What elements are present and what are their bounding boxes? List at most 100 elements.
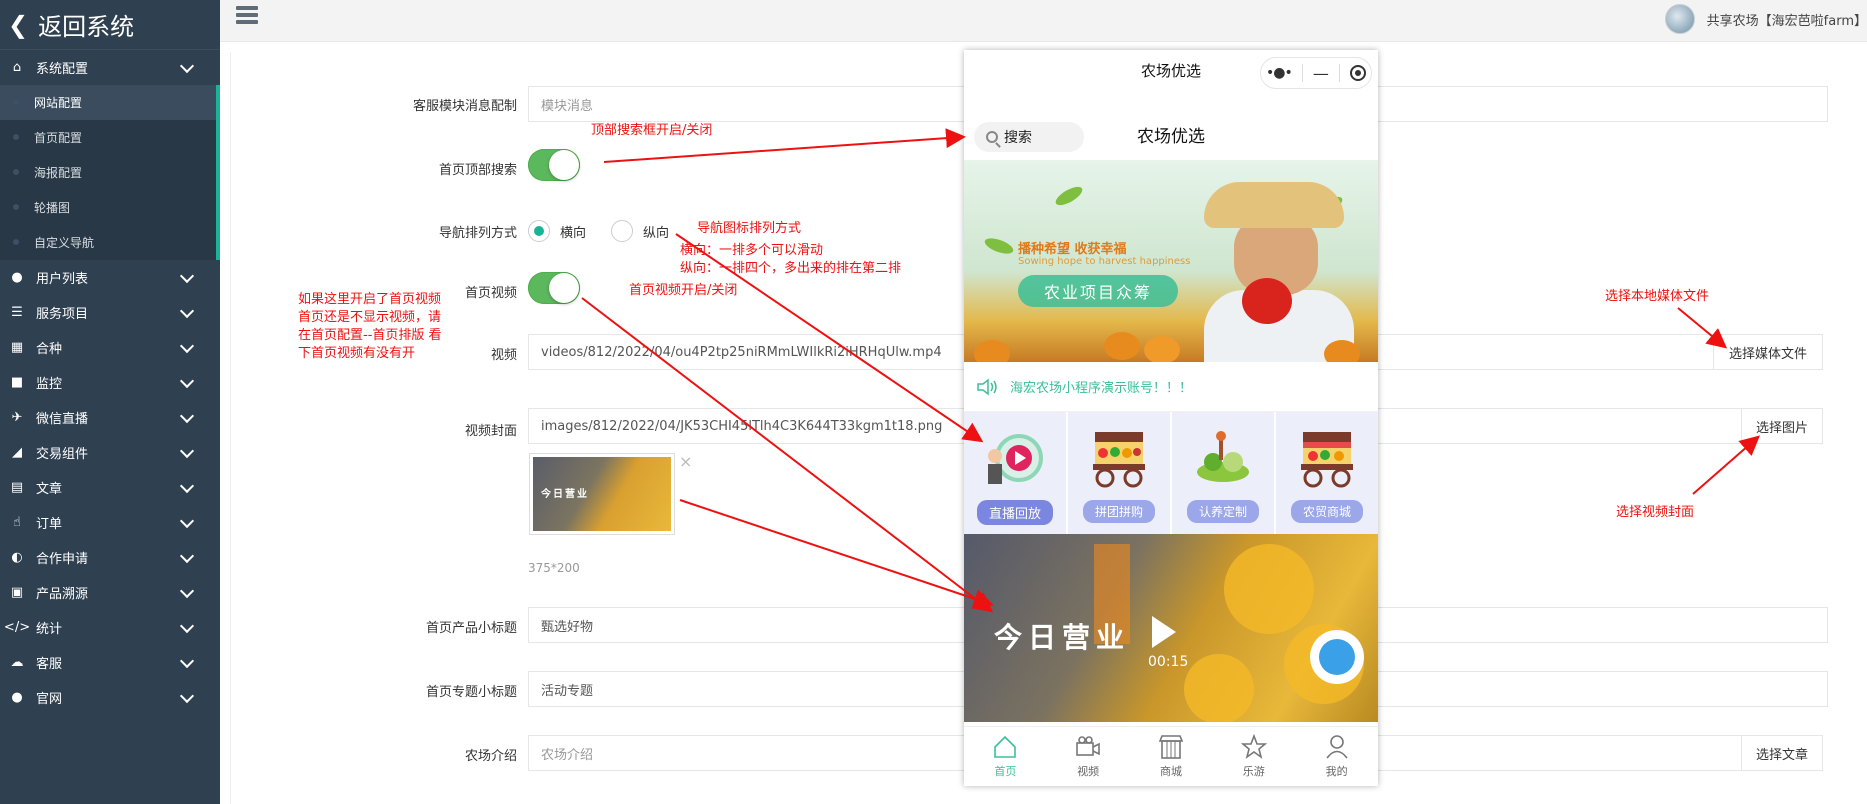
nav-layout-vertical-label: 纵向 <box>643 226 670 241</box>
nav-grid-farm-market[interactable]: 农贸商城 <box>1276 412 1378 534</box>
tab-video[interactable]: 视频 <box>1047 727 1130 786</box>
tab-mall[interactable]: 商城 <box>1130 727 1213 786</box>
note-line: 在首页配置--首页排版 看 <box>298 328 442 343</box>
sidebar-item-label: 交易组件 <box>36 447 89 462</box>
nav-layout-horizontal-label: 横向 <box>560 226 587 241</box>
sidebar-item-label: 订单 <box>36 517 63 532</box>
sidebar-item-orders[interactable]: ☝ 订单 <box>0 505 220 540</box>
sidebar-item-system-config[interactable]: ⌂ 系统配置 <box>0 50 220 85</box>
store-icon <box>1158 735 1184 759</box>
sidebar-item-articles[interactable]: ▤ 文章 <box>0 470 220 505</box>
plane-icon: ✈ <box>11 410 23 425</box>
avatar[interactable] <box>1664 4 1695 34</box>
home-icon <box>994 735 1017 758</box>
user-area[interactable]: 共享农场【海宏芭啦farm】 <box>1664 4 1867 34</box>
switch-knob <box>549 150 579 180</box>
annotation-nav-title: 导航图标排列方式 <box>697 221 802 236</box>
sidebar-item-co-planting[interactable]: ▦ 合种 <box>0 330 220 365</box>
nav-grid-label: 农贸商城 <box>1290 500 1363 523</box>
submenu-carousel[interactable]: 轮播图 <box>0 190 220 225</box>
nav-grid-group-buy[interactable]: 拼团拼购 <box>1068 412 1170 534</box>
close-icon[interactable]: × <box>679 452 692 471</box>
sidebar-item-label: 文章 <box>36 482 63 497</box>
nav-layout-label: 导航排列方式 <box>438 226 517 241</box>
back-label: 返回系统 <box>38 13 135 41</box>
submenu-poster-config[interactable]: 海报配置 <box>0 155 220 190</box>
chevron-down-icon <box>179 443 195 458</box>
sidebar-item-cooperation[interactable]: ◐ 合作申请 <box>0 540 220 575</box>
sidebar-item-label: 监控 <box>36 377 63 392</box>
market-stall-icon <box>1301 432 1353 488</box>
nav-layout-vertical-radio[interactable] <box>611 220 633 242</box>
phone-search-bar[interactable]: 搜索 <box>974 122 1084 152</box>
sidebar-item-label: 产品溯源 <box>36 587 89 602</box>
user-icon: ● <box>11 270 23 285</box>
camera-icon: ■ <box>10 375 24 390</box>
annotation-media-file: 选择本地媒体文件 <box>1605 289 1710 304</box>
video-toggle-switch[interactable] <box>528 272 580 304</box>
sidebar-item-trade-components[interactable]: ◢ 交易组件 <box>0 435 220 470</box>
select-media-button[interactable]: 选择媒体文件 <box>1713 334 1823 370</box>
chevron-down-icon <box>179 408 195 423</box>
nav-grid-label: 拼团拼购 <box>1082 500 1155 523</box>
annotation-video-toggle: 首页视频开启/关闭 <box>629 283 738 298</box>
search-toggle-label: 首页顶部搜索 <box>438 163 517 178</box>
banner-crowdfunding-pill: 农业项目众筹 <box>1018 275 1178 307</box>
submenu-site-config[interactable]: 网站配置 <box>0 85 220 120</box>
sidebar-item-statistics[interactable]: </> 统计 <box>0 610 220 645</box>
chevron-down-icon <box>179 583 195 598</box>
hamburger-menu-icon[interactable] <box>236 6 258 28</box>
submenu-home-config[interactable]: 首页配置 <box>0 120 220 155</box>
farm-intro-label: 农场介绍 <box>464 749 517 764</box>
chevron-down-icon <box>179 688 195 703</box>
tab-label: 我的 <box>1325 765 1348 778</box>
sidebar-item-monitor[interactable]: ■ 监控 <box>0 365 220 400</box>
msg-config-label: 客服模块消息配制 <box>412 99 517 114</box>
chevron-down-icon <box>179 478 195 493</box>
product-subtitle-label: 首页产品小标题 <box>425 621 517 636</box>
submenu-custom-nav[interactable]: 自定义导航 <box>0 225 220 260</box>
phone-home-video[interactable]: 今日营业 00:15 <box>964 534 1378 722</box>
tab-home[interactable]: 首页 <box>964 727 1047 786</box>
note-line: 如果这里开启了首页视频 <box>298 292 442 307</box>
phone-banner[interactable]: 播种希望 收获幸福 Sowing hope to harvest happine… <box>964 160 1378 362</box>
phone-preview: 农场优选 •●• — 农场优选 搜索 播种希望 收获幸福 Sowing hope… <box>964 50 1378 786</box>
minimize-icon[interactable]: — <box>1313 64 1329 83</box>
search-toggle-switch[interactable] <box>528 149 580 181</box>
market-cart-icon <box>1093 432 1145 488</box>
note-line: 首页还是不显示视频，请 <box>298 310 442 325</box>
phone-tab-bar: 首页 视频 商城 乐游 我的 <box>964 726 1378 786</box>
thumb-icon: ☝ <box>13 515 21 530</box>
chat-icon: ☁ <box>10 655 24 670</box>
sidebar-item-customer-service[interactable]: ☁ 客服 <box>0 645 220 680</box>
miniprogram-capsule[interactable]: •●• — <box>1260 57 1372 89</box>
phone-nav-grid: 直播回放 拼团拼购 认养定制 农贸商城 <box>964 412 1378 534</box>
sidebar-item-traceability[interactable]: ▣ 产品溯源 <box>0 575 220 610</box>
tab-label: 首页 <box>994 765 1017 778</box>
play-icon[interactable] <box>1152 616 1176 648</box>
nav-layout-horizontal-radio[interactable] <box>528 220 550 242</box>
sidebar-item-label: 合种 <box>36 342 63 357</box>
select-image-button[interactable]: 选择图片 <box>1741 408 1823 444</box>
close-target-icon[interactable] <box>1349 65 1366 81</box>
tab-travel[interactable]: 乐游 <box>1212 727 1295 786</box>
user-icon <box>1325 735 1348 759</box>
select-article-button[interactable]: 选择文章 <box>1741 735 1823 771</box>
sidebar-item-official-site[interactable]: ● 官网 <box>0 680 220 715</box>
nav-grid-adoption[interactable]: 认养定制 <box>1172 412 1274 534</box>
nav-grid-live-replay[interactable]: 直播回放 <box>964 412 1066 534</box>
banner-subline: Sowing hope to harvest happiness <box>1018 256 1191 267</box>
nav-grid-label: 直播回放 <box>976 500 1053 525</box>
sidebar-item-users[interactable]: ● 用户列表 <box>0 260 220 295</box>
tab-mine[interactable]: 我的 <box>1295 727 1378 786</box>
more-icon[interactable]: •●• <box>1266 65 1293 81</box>
sidebar-item-label: 系统配置 <box>36 62 89 77</box>
phone-notice-bar[interactable]: 海宏农场小程序演示账号！！！ <box>964 362 1378 412</box>
sidebar-item-wechat-live[interactable]: ✈ 微信直播 <box>0 400 220 435</box>
chevron-left-icon: ❮ <box>8 10 29 39</box>
sidebar-item-services[interactable]: ☰ 服务项目 <box>0 295 220 330</box>
contrast-icon: ◐ <box>11 550 23 565</box>
video-camera-icon <box>1076 736 1100 756</box>
back-to-system-link[interactable]: ❮ 返回系统 <box>0 0 220 50</box>
customer-service-icon[interactable] <box>1310 630 1364 684</box>
